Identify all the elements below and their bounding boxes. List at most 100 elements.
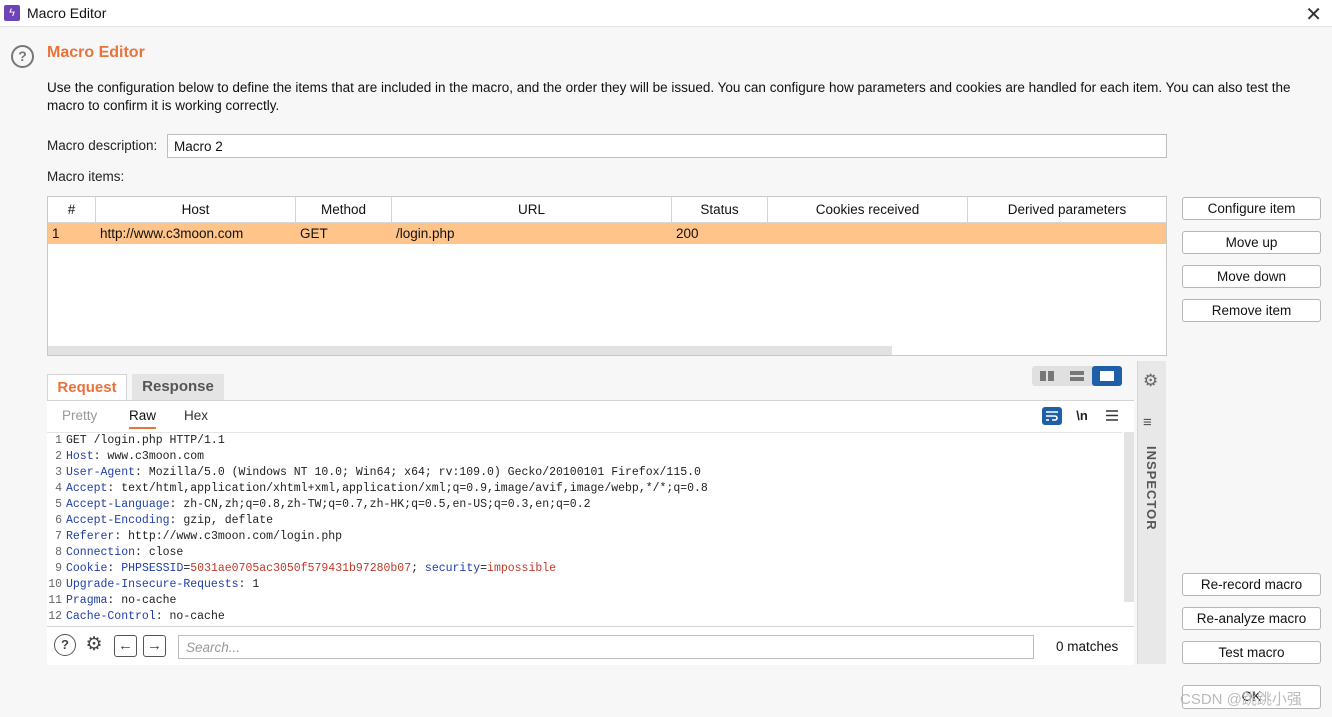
menu-icon[interactable] (1102, 407, 1122, 425)
column-header-url[interactable]: URL (392, 197, 672, 222)
header-value: 1 (252, 578, 260, 591)
cell-method: GET (300, 226, 328, 241)
header-separator: : (169, 498, 184, 511)
table-header: # Host Method URL Status Cookies receive… (48, 197, 1166, 223)
close-icon[interactable]: ✕ (1305, 2, 1322, 27)
header-value: zh-CN,zh;q=0.8,zh-TW;q=0.7,zh-HK;q=0.5,e… (183, 498, 591, 511)
cookie-value: 5031ae0705ac3050f579431b97280b07 (190, 562, 412, 575)
cell-number: 1 (52, 226, 60, 241)
header-separator: : (107, 482, 122, 495)
cookie-name: security (424, 562, 481, 575)
header-separator: : (169, 514, 184, 527)
inspector-list-icon[interactable]: ≡ (1143, 414, 1152, 431)
subtab-pretty[interactable]: Pretty (62, 408, 97, 423)
header-value: close (148, 546, 184, 559)
cookie-equals: = (480, 562, 488, 575)
re-record-macro-button[interactable]: Re-record macro (1182, 573, 1321, 596)
remove-item-button[interactable]: Remove item (1182, 299, 1321, 322)
test-macro-button[interactable]: Test macro (1182, 641, 1321, 664)
header-name: Cache-Control (66, 610, 156, 623)
watermark: CSDN @跳跳小强 (1180, 691, 1302, 708)
line-number: 7 (55, 530, 62, 543)
header-separator: : (155, 610, 170, 623)
cell-url: /login.php (396, 226, 455, 241)
subtab-raw[interactable]: Raw (129, 408, 157, 429)
help-icon[interactable]: ? (11, 45, 34, 68)
split-horizontal-layout-icon[interactable] (1032, 366, 1062, 386)
arrow-left-icon[interactable]: ← (114, 635, 137, 657)
request-code-view[interactable]: 1 GET /login.php HTTP/1.1 2 Host: www.c3moo… (47, 432, 1122, 626)
request-line: GET /login.php HTTP/1.1 (66, 434, 225, 447)
window-title: Macro Editor (27, 5, 107, 21)
split-vertical-layout-icon[interactable] (1062, 366, 1092, 386)
horizontal-scrollbar[interactable] (48, 346, 892, 355)
move-up-button[interactable]: Move up (1182, 231, 1321, 254)
vertical-scrollbar[interactable] (1124, 432, 1134, 602)
line-number: 1 (55, 434, 62, 447)
tab-response[interactable]: Response (132, 374, 224, 400)
column-header-derived-parameters[interactable]: Derived parameters (968, 197, 1166, 222)
gear-icon[interactable]: ⚙ (82, 634, 106, 658)
code-line: 11 Pragma: no-cache (47, 593, 1122, 609)
cookie-value: impossible (487, 562, 557, 575)
inspector-panel: ⚙ ≡ INSPECTOR (1137, 361, 1166, 664)
cell-derived-parameters (968, 223, 1166, 244)
wrap-icon[interactable] (1042, 407, 1062, 425)
code-line: 2 Host: www.c3moon.com (47, 449, 1122, 465)
subtab-hex[interactable]: Hex (184, 408, 208, 423)
macro-description-input[interactable] (167, 134, 1167, 158)
line-number: 11 (48, 594, 62, 607)
search-input[interactable] (178, 635, 1034, 659)
line-number: 9 (55, 562, 62, 575)
inspector-label[interactable]: INSPECTOR (1144, 446, 1159, 531)
arrow-right-icon[interactable]: → (143, 635, 166, 657)
code-line: 1 GET /login.php HTTP/1.1 (47, 433, 1122, 449)
gear-icon[interactable]: ⚙ (1143, 371, 1158, 391)
line-number: 10 (48, 578, 62, 591)
re-analyze-macro-button[interactable]: Re-analyze macro (1182, 607, 1321, 630)
title-bar: ϟ Macro Editor ✕ (0, 0, 1332, 27)
header-name: Connection (66, 546, 136, 559)
header-value: Mozilla/5.0 (Windows NT 10.0; Win64; x64… (148, 466, 701, 479)
line-number: 6 (55, 514, 62, 527)
code-line: 8 Connection: close (47, 545, 1122, 561)
help-icon[interactable]: ? (54, 634, 76, 656)
message-editor: Request Response Pretty Raw Hex \n 1 GET … (47, 361, 1134, 665)
single-pane-layout-icon[interactable] (1092, 366, 1122, 386)
macro-items-table: # Host Method URL Status Cookies receive… (47, 196, 1167, 356)
header-name: Pragma (66, 594, 108, 607)
header-name: Accept (66, 482, 108, 495)
header-separator: : (93, 450, 108, 463)
configure-item-button[interactable]: Configure item (1182, 197, 1321, 220)
cookie-name: PHPSESSID (121, 562, 184, 575)
header-value: gzip, deflate (183, 514, 274, 527)
line-number: 3 (55, 466, 62, 479)
header-value: http://www.c3moon.com/login.php (128, 530, 343, 543)
cookie-separator: ; (411, 562, 425, 575)
request-panel: Pretty Raw Hex \n 1 GET /login.php HTTP/1… (47, 400, 1134, 665)
header-separator: : (135, 546, 149, 559)
code-line: 4 Accept: text/html,application/xhtml+xml… (47, 481, 1122, 497)
header-name: Accept-Language (66, 498, 170, 511)
match-count: 0 matches (1056, 639, 1119, 654)
table-row[interactable]: 1 http://www.c3moon.com GET /login.php 2… (48, 223, 1166, 244)
line-number: 5 (55, 498, 62, 511)
move-down-button[interactable]: Move down (1182, 265, 1321, 288)
search-bar: ? ⚙ ← → 0 matches (47, 626, 1134, 665)
newline-toggle[interactable]: \n (1072, 407, 1092, 425)
header-value: no-cache (121, 594, 177, 607)
column-header-status[interactable]: Status (672, 197, 768, 222)
page-title: Macro Editor (47, 44, 145, 61)
header-separator: : (114, 530, 129, 543)
tab-request[interactable]: Request (47, 374, 127, 400)
column-header-host[interactable]: Host (96, 197, 296, 222)
code-line: 6 Accept-Encoding: gzip, deflate (47, 513, 1122, 529)
column-header-cookies-received[interactable]: Cookies received (768, 197, 968, 222)
macro-items-label: Macro items: (47, 169, 125, 184)
code-line: 9 Cookie: PHPSESSID = 5031ae0705ac3050f5794… (47, 561, 1122, 577)
header-name: User-Agent (66, 466, 136, 479)
code-line: 12 Cache-Control: no-cache (47, 609, 1122, 625)
column-header-method[interactable]: Method (296, 197, 392, 222)
column-header-number[interactable]: # (48, 197, 96, 222)
header-name: Cookie (66, 562, 108, 575)
